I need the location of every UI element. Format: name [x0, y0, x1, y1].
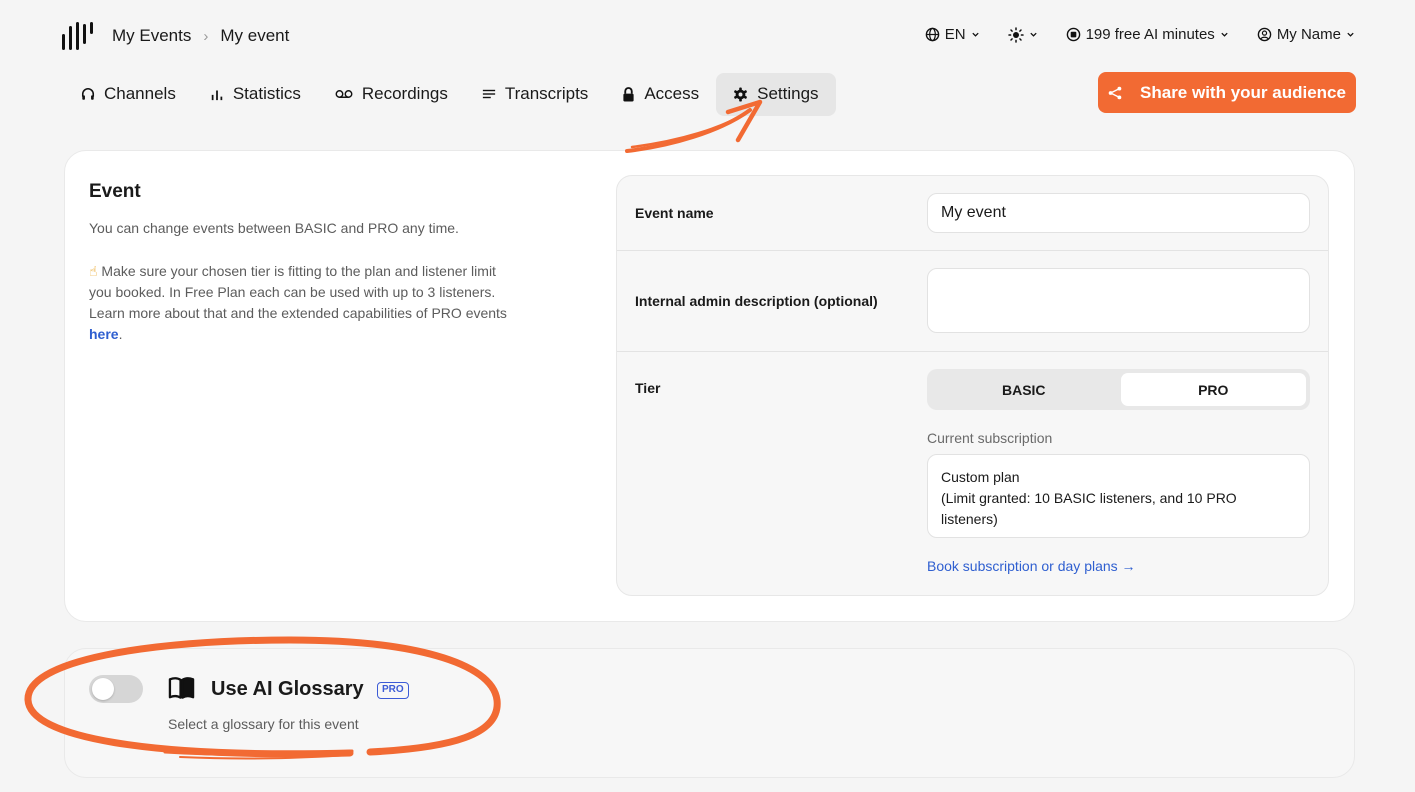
annotation-arrow [630, 110, 750, 149]
tab-label: Access [644, 84, 700, 103]
breadcrumb-root[interactable]: My Events [112, 26, 191, 46]
pointing-finger-icon: ☝ [89, 263, 98, 279]
form-divider [617, 351, 1328, 352]
tier-option-pro[interactable]: PRO [1120, 373, 1306, 406]
book-subscription-link[interactable]: Book subscription or day plans → [927, 558, 1136, 574]
event-name-input[interactable] [927, 193, 1310, 233]
tab-channels[interactable]: Channels [64, 73, 193, 116]
tab-label: Statistics [232, 84, 301, 103]
lines-icon [482, 89, 495, 99]
event-nav-tabs: Channels Statistics Recordings Transcrip… [64, 72, 836, 116]
tier-label: Tier [635, 380, 661, 396]
app-logo-icon[interactable] [62, 22, 98, 50]
chevron-down-icon [1221, 32, 1228, 37]
subscription-plan-name: Custom plan [941, 469, 1020, 485]
admin-description-label: Internal admin description (optional) [635, 293, 878, 309]
ai-minutes-label: 199 free AI minutes [1085, 26, 1215, 43]
toggle-knob [92, 678, 114, 700]
chevron-down-icon [971, 32, 979, 37]
share-button-label: Share with your audience [1140, 82, 1346, 102]
user-menu[interactable]: My Name [1257, 26, 1355, 43]
event-section-description: You can change events between BASIC and … [89, 218, 519, 345]
learn-more-period: . [118, 326, 123, 342]
chevron-down-icon [1347, 32, 1354, 37]
current-subscription-label: Current subscription [927, 430, 1053, 446]
tab-recordings[interactable]: Recordings [318, 73, 465, 116]
event-intro-text: You can change events between BASIC and … [89, 220, 459, 236]
tab-label: Settings [757, 84, 819, 103]
breadcrumb: My Events › My event [112, 26, 289, 46]
tab-settings[interactable]: Settings [716, 72, 836, 116]
learn-more-link[interactable]: here [89, 326, 119, 342]
event-note-text: Make sure your chosen tier is fitting to… [89, 263, 496, 300]
form-divider [617, 250, 1328, 251]
topbar-controls: EN 199 free AI minutes My Name [925, 26, 1355, 43]
chevron-down-icon [1029, 32, 1037, 37]
event-name-label: Event name [635, 205, 714, 221]
subscription-limits: (Limit granted: 10 BASIC listeners, and … [941, 490, 1237, 527]
ai-glossary-toggle[interactable] [89, 675, 143, 703]
current-subscription-box: Custom plan (Limit granted: 10 BASIC lis… [927, 454, 1310, 538]
tab-transcripts[interactable]: Transcripts [465, 73, 605, 116]
event-note: ☝ Make sure your chosen tier is fitting … [89, 261, 519, 345]
pro-badge: PRO [377, 682, 409, 699]
tab-label: Transcripts [504, 84, 589, 103]
ai-chip-icon [1066, 27, 1080, 42]
globe-icon [925, 27, 940, 42]
ai-minutes-menu[interactable]: 199 free AI minutes [1066, 26, 1229, 43]
bar-chart-icon [211, 90, 223, 101]
breadcrumb-separator: › [203, 27, 209, 45]
language-selector[interactable]: EN [925, 26, 980, 43]
learn-more-text: Learn more about that and the extended c… [89, 305, 507, 321]
breadcrumb-current: My event [220, 26, 290, 45]
tab-statistics[interactable]: Statistics [193, 73, 318, 116]
sun-icon [1007, 26, 1024, 43]
tier-option-basic[interactable]: BASIC [931, 373, 1117, 406]
theme-selector[interactable] [1007, 26, 1038, 43]
language-label: EN [944, 26, 966, 43]
tier-selector: BASIC PRO [927, 369, 1310, 410]
admin-description-input[interactable] [927, 268, 1310, 333]
share-icon [1108, 86, 1122, 99]
gear-icon [734, 86, 748, 102]
tab-label: Recordings [361, 84, 448, 103]
headphones-icon [81, 88, 95, 100]
voicemail-icon [335, 90, 353, 98]
lock-icon [623, 86, 634, 101]
share-with-audience-button[interactable]: Share with your audience [1098, 72, 1356, 113]
user-icon [1257, 27, 1272, 42]
book-icon [168, 677, 195, 699]
event-section-title: Event [89, 181, 141, 202]
user-name: My Name [1276, 26, 1341, 43]
ai-glossary-subtitle: Select a glossary for this event [168, 716, 359, 732]
ai-glossary-title: Use AI Glossary [211, 678, 364, 700]
annotation-arrow [625, 108, 752, 153]
ai-glossary-card [64, 648, 1355, 778]
tab-access[interactable]: Access [605, 73, 716, 116]
tab-label: Channels [104, 84, 176, 103]
